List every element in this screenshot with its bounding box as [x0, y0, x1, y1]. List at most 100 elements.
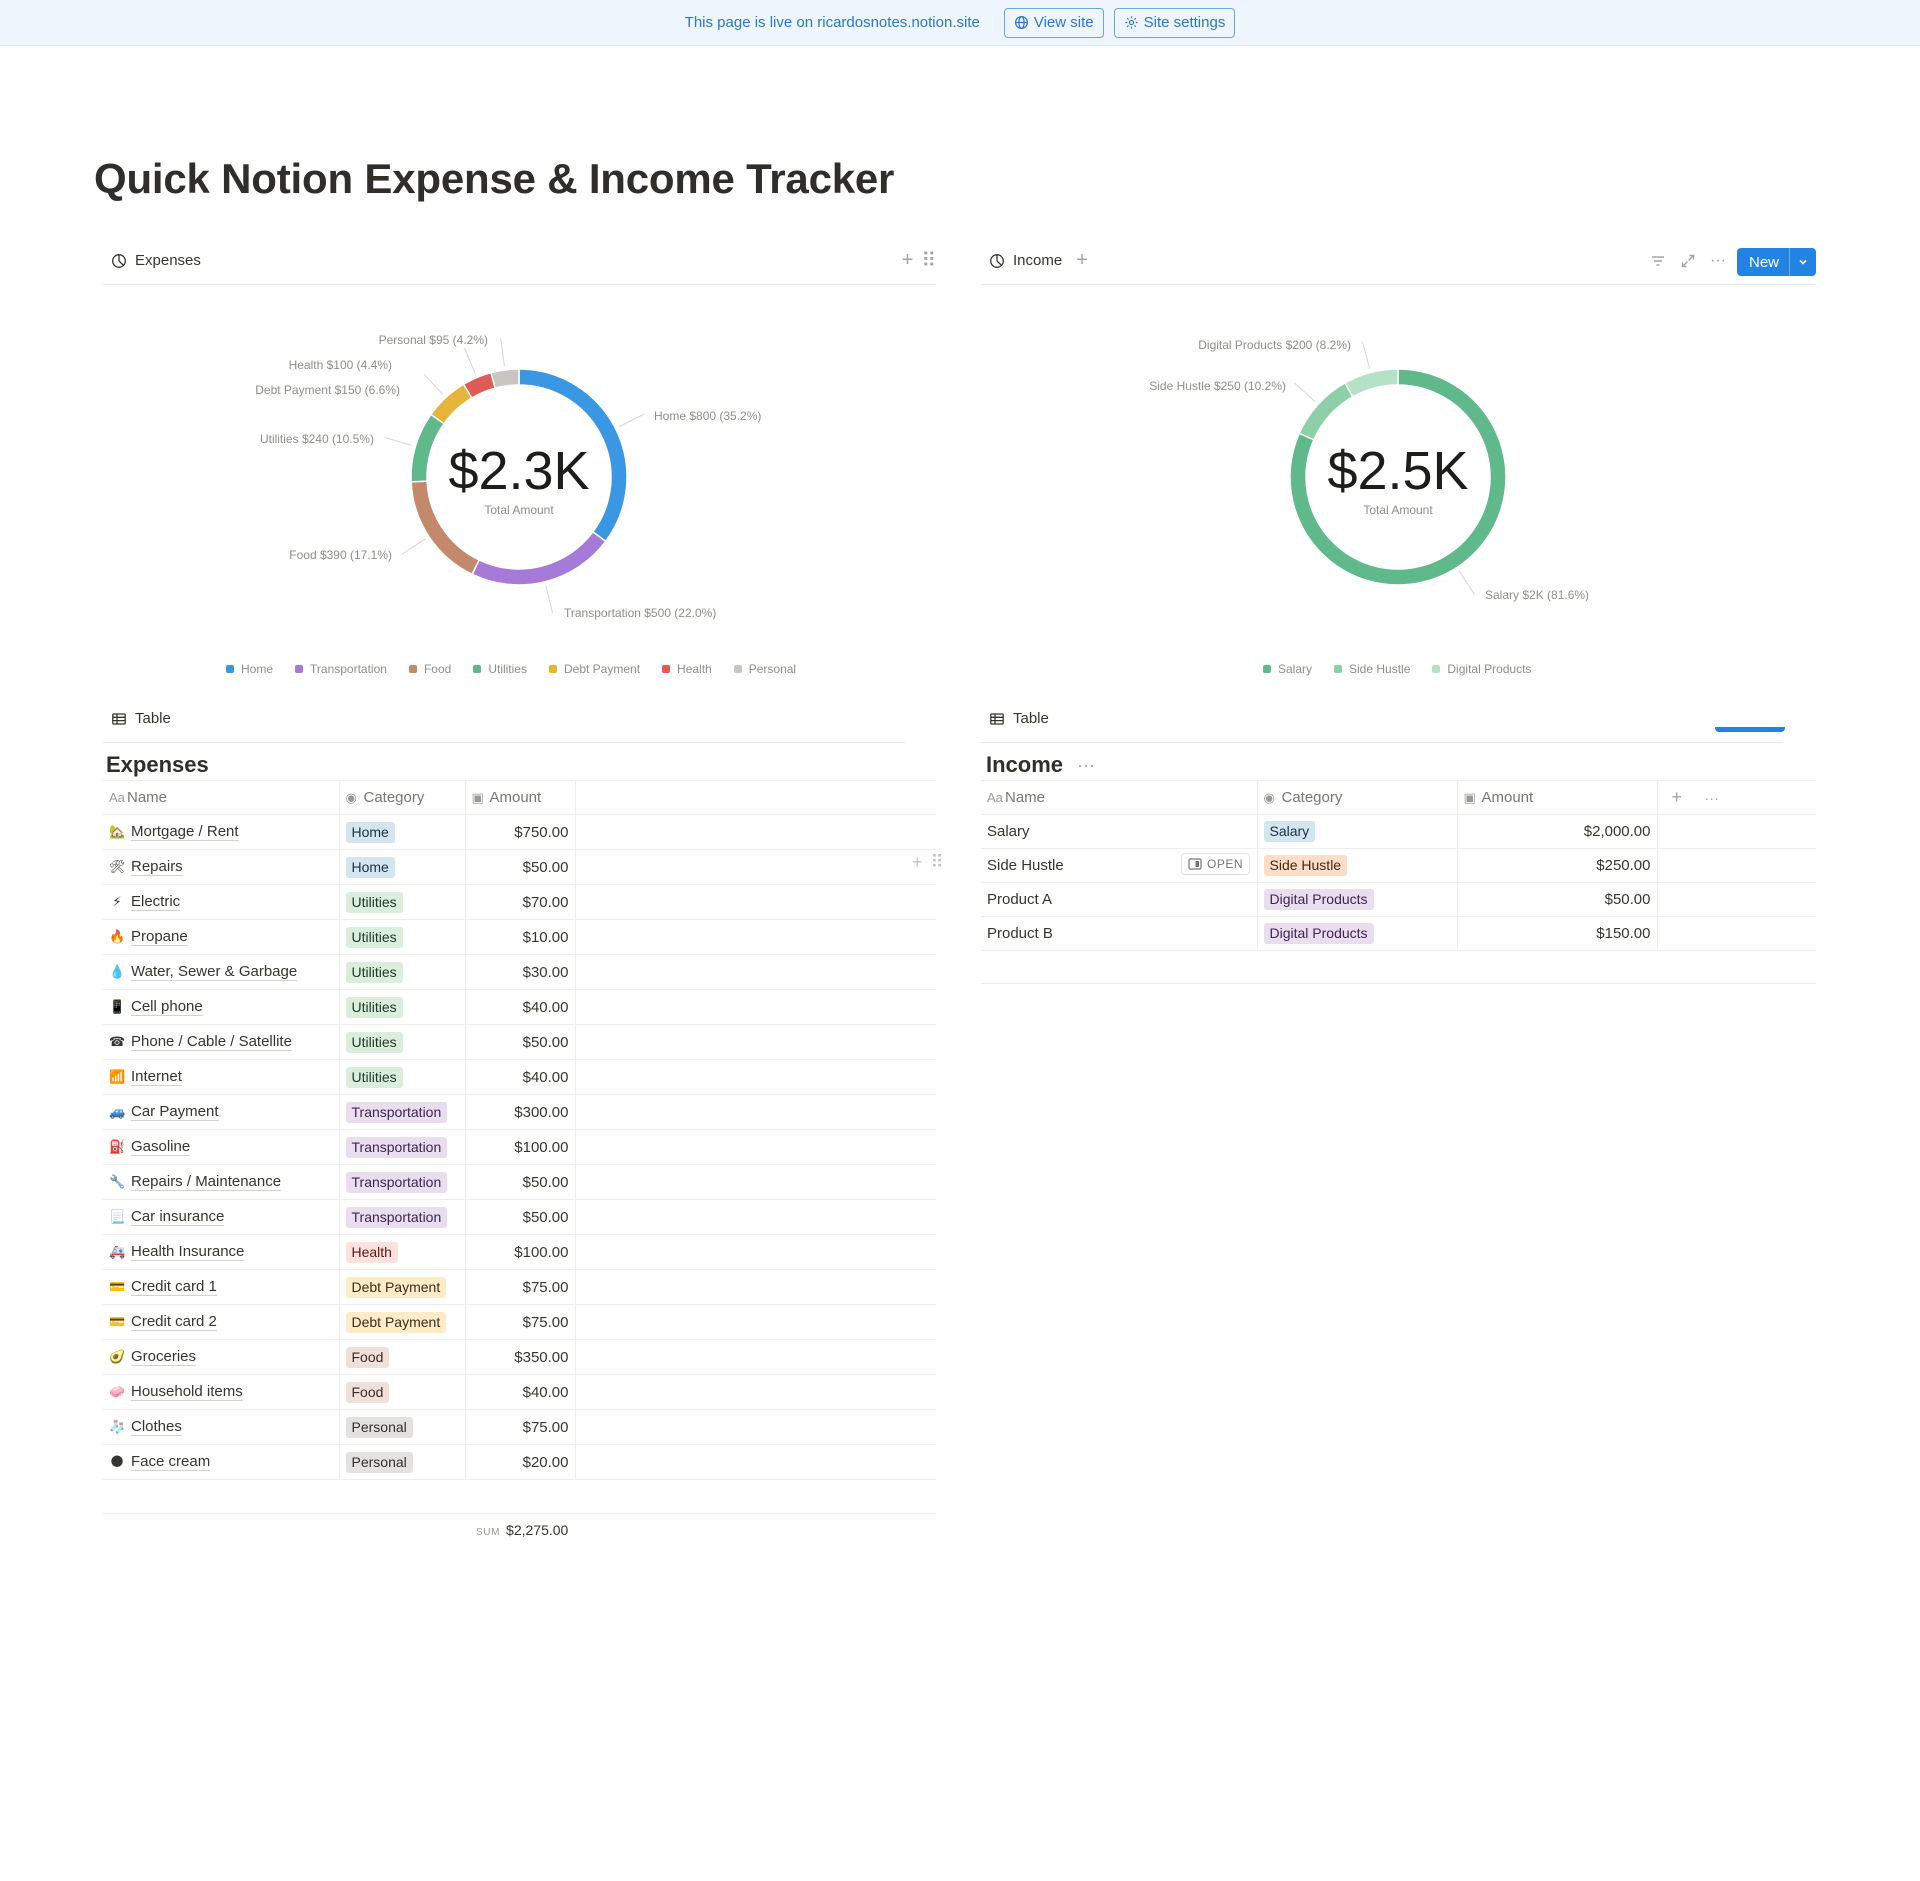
category-cell[interactable]: Side Hustle [1256, 848, 1457, 883]
amount-cell[interactable]: $100.00 [464, 1234, 575, 1270]
amount-cell[interactable]: $75.00 [464, 1269, 575, 1305]
table-row[interactable]: 💳 Credit card 1 Debt Payment $75.00 [103, 1269, 936, 1305]
name-cell[interactable]: ⚡ Electric [103, 884, 339, 920]
amount-cell[interactable]: $100.00 [464, 1129, 575, 1165]
name-cell[interactable]: 🥑 Groceries [103, 1339, 339, 1375]
amount-cell[interactable]: $75.00 [464, 1409, 575, 1445]
row-name-text[interactable]: Car Payment [131, 1103, 219, 1121]
table-row[interactable]: 🚙 Car Payment Transportation $300.00 [103, 1094, 936, 1130]
category-cell[interactable]: Food [338, 1339, 465, 1375]
table-row[interactable]: 🚑 Health Insurance Health $100.00 [103, 1234, 936, 1270]
row-name-text[interactable]: Car insurance [131, 1208, 225, 1226]
category-cell[interactable]: Utilities [338, 989, 465, 1025]
table-row[interactable]: Side Hustle Side Hustle $250.00 [981, 848, 1816, 883]
name-cell[interactable]: 🏡 Mortgage / Rent [103, 814, 339, 850]
column-header-name[interactable]: Aa Name [103, 780, 339, 815]
amount-cell[interactable]: $350.00 [464, 1339, 575, 1375]
row-name-text[interactable]: Gasoline [131, 1138, 191, 1156]
table-row[interactable]: 🏡 Mortgage / Rent Home $750.00 [103, 814, 936, 850]
category-cell[interactable]: Utilities [338, 884, 465, 920]
donut-slice-side-hustle[interactable] [1298, 381, 1354, 441]
name-cell[interactable]: ☎ Phone / Cable / Satellite [103, 1024, 339, 1060]
name-cell[interactable]: 🔥 Propane [103, 919, 339, 955]
row-name-text[interactable]: Credit card 2 [131, 1313, 217, 1331]
legend-item-digital-products[interactable]: Digital Products [1432, 662, 1531, 676]
amount-cell[interactable]: $40.00 [464, 1059, 575, 1095]
row-name-text[interactable]: Face cream [131, 1453, 211, 1471]
amount-cell[interactable]: $20.00 [464, 1444, 575, 1480]
row-name-text[interactable]: Cell phone [131, 998, 203, 1016]
amount-cell[interactable]: $50.00 [464, 1164, 575, 1200]
name-cell[interactable]: 🌑 Face cream [103, 1444, 339, 1480]
category-cell[interactable]: Transportation [338, 1199, 465, 1235]
add-row-icon[interactable]: + [912, 852, 923, 873]
row-name-text[interactable]: Mortgage / Rent [131, 823, 239, 841]
table-row[interactable]: 🌑 Face cream Personal $20.00 [103, 1444, 936, 1480]
amount-cell[interactable]: $70.00 [464, 884, 575, 920]
drag-handle-icon[interactable]: ⠿ [931, 852, 944, 873]
amount-cell[interactable]: $30.00 [464, 954, 575, 990]
table-row[interactable]: ⚡ Electric Utilities $70.00 [103, 884, 936, 920]
category-cell[interactable]: Health [338, 1234, 465, 1270]
table-row[interactable]: ☎ Phone / Cable / Satellite Utilities $50.0… [103, 1024, 936, 1060]
row-name-text[interactable]: Internet [131, 1068, 182, 1086]
category-cell[interactable]: Personal [338, 1409, 465, 1445]
column-header-amount[interactable]: ▣ Amount [1456, 780, 1657, 815]
add-property-icon[interactable]: + [1672, 787, 1683, 807]
tab-expenses-table[interactable]: Table [103, 710, 179, 727]
row-name-text[interactable]: Clothes [131, 1418, 182, 1436]
table-row[interactable]: 🧼 Household items Food $40.00 [103, 1374, 936, 1410]
row-name-text[interactable]: Electric [131, 893, 181, 911]
category-cell[interactable]: Debt Payment [338, 1304, 465, 1340]
category-cell[interactable]: Utilities [338, 954, 465, 990]
name-cell[interactable]: 📶 Internet [103, 1059, 339, 1095]
name-cell[interactable]: 🔧 Repairs / Maintenance [103, 1164, 339, 1200]
row-name-text[interactable]: Repairs [131, 858, 183, 876]
category-cell[interactable]: Debt Payment [338, 1269, 465, 1305]
amount-cell[interactable]: $75.00 [464, 1304, 575, 1340]
open-row-button[interactable]: OPEN [1181, 853, 1251, 875]
column-header-name[interactable]: Aa Name [981, 780, 1257, 815]
table-row[interactable]: 🔧 Repairs / Maintenance Transportation $50.… [103, 1164, 936, 1200]
table-row[interactable]: 🥑 Groceries Food $350.00 [103, 1339, 936, 1375]
table-row[interactable]: 📶 Internet Utilities $40.00 [103, 1059, 936, 1095]
name-cell[interactable]: Product A [981, 882, 1257, 917]
category-cell[interactable]: Salary [1256, 814, 1457, 849]
row-name-text[interactable]: Health Insurance [131, 1243, 245, 1261]
name-cell[interactable]: 🧼 Household items [103, 1374, 339, 1410]
amount-cell[interactable]: $250.00 [1456, 848, 1657, 883]
row-name-text[interactable]: Propane [131, 928, 188, 946]
row-name-text[interactable]: Repairs / Maintenance [131, 1173, 282, 1191]
amount-cell[interactable]: $2,000.00 [1456, 814, 1657, 849]
category-cell[interactable]: Digital Products [1256, 916, 1457, 951]
column-header-category[interactable]: ◉ Category [338, 780, 465, 815]
amount-cell[interactable]: $50.00 [464, 1199, 575, 1235]
name-cell[interactable]: 💧 Water, Sewer & Garbage [103, 954, 339, 990]
amount-cell[interactable]: $40.00 [464, 989, 575, 1025]
table-row[interactable]: 📱 Cell phone Utilities $40.00 [103, 989, 936, 1025]
table-row[interactable]: ⛽ Gasoline Transportation $100.00 [103, 1129, 936, 1165]
table-row[interactable]: 🛠 Repairs Home $50.00 [103, 849, 936, 885]
legend-item-salary[interactable]: Salary [1263, 662, 1312, 676]
row-name-text[interactable]: Credit card 1 [131, 1278, 217, 1296]
category-cell[interactable]: Digital Products [1256, 882, 1457, 917]
amount-cell[interactable]: $300.00 [464, 1094, 575, 1130]
name-cell[interactable]: 🚑 Health Insurance [103, 1234, 339, 1270]
table-row[interactable]: 📃 Car insurance Transportation $50.00 [103, 1199, 936, 1235]
category-cell[interactable]: Home [338, 849, 465, 885]
amount-cell[interactable]: $750.00 [464, 814, 575, 850]
legend-item-side-hustle[interactable]: Side Hustle [1334, 662, 1410, 676]
category-cell[interactable]: Transportation [338, 1094, 465, 1130]
amount-cell[interactable]: $50.00 [464, 1024, 575, 1060]
table-row[interactable]: 💧 Water, Sewer & Garbage Utilities $30.00 [103, 954, 936, 990]
row-name-text[interactable]: Phone / Cable / Satellite [131, 1033, 292, 1051]
donut-slice-digital-products[interactable] [1343, 368, 1399, 398]
more-options-icon[interactable]: ··· [1704, 790, 1719, 807]
amount-cell[interactable]: $50.00 [1456, 882, 1657, 917]
category-cell[interactable]: Transportation [338, 1164, 465, 1200]
name-cell[interactable]: 💳 Credit card 2 [103, 1304, 339, 1340]
column-header-amount[interactable]: ▣ Amount [464, 780, 575, 815]
category-cell[interactable]: Transportation [338, 1129, 465, 1165]
category-cell[interactable]: Home [338, 814, 465, 850]
table-row[interactable]: Product A Digital Products $50.00 [981, 882, 1816, 917]
